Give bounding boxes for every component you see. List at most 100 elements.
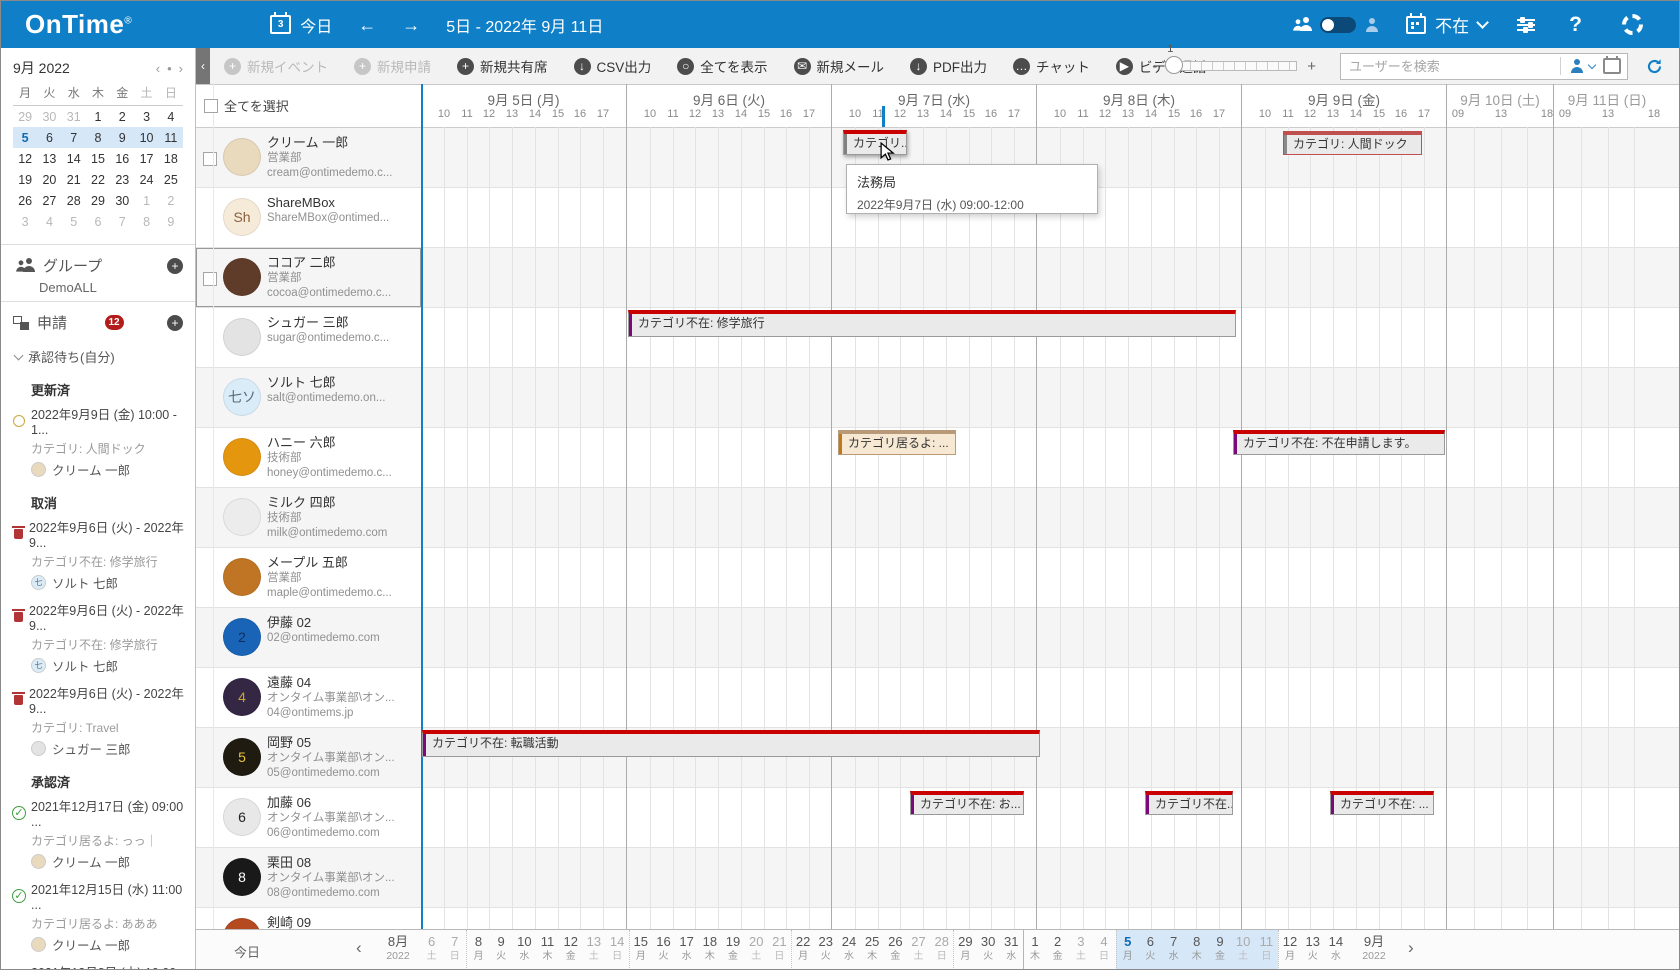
mini-calendar-day[interactable]: 7 [62, 131, 86, 145]
add-group-button[interactable]: + [167, 258, 183, 274]
bottom-date-cell[interactable]: 15 月 [629, 930, 652, 970]
mini-calendar-day[interactable]: 30 [110, 194, 134, 208]
mini-calendar-day[interactable]: 28 [62, 194, 86, 208]
request-item-date[interactable]: 2021年12月17日 (金) 09:00 ... [13, 796, 195, 829]
mini-calendar-prev[interactable]: ‹ [156, 61, 160, 76]
mini-calendar-day[interactable]: 16 [110, 152, 134, 166]
mini-calendar-day[interactable]: 6 [37, 131, 61, 145]
bottom-date-cell[interactable]: 31 水 [1000, 930, 1023, 970]
mini-calendar-day[interactable]: 12 [13, 152, 37, 166]
bottom-date-cell[interactable]: 14 日 [606, 930, 629, 970]
calendar-event[interactable]: カテゴリ不在: ... [1330, 791, 1434, 815]
bottom-date-cell[interactable]: 6 火 [1139, 930, 1162, 970]
new-request[interactable]: + 新規申請 [354, 56, 431, 76]
mini-calendar-day[interactable]: 1 [86, 110, 110, 124]
calendar-event[interactable]: カテゴリ不在: 転職活動 [422, 730, 1040, 757]
bottom-date-cell[interactable]: 9 火 [490, 930, 513, 970]
mini-calendar-day[interactable]: 26 [13, 194, 37, 208]
bottom-date-cell[interactable]: 1 木 [1023, 930, 1046, 970]
mini-calendar-day[interactable]: 9 [159, 215, 183, 229]
mini-calendar-day[interactable]: 5 [62, 215, 86, 229]
help-button[interactable]: ? [1569, 13, 1582, 37]
mini-calendar-day[interactable]: 10 [134, 131, 158, 145]
bottom-date-cell[interactable]: 11 木 [536, 930, 559, 970]
request-item-date[interactable]: 2022年9月9日 (金) 10:00 - 1... [13, 404, 195, 437]
bottom-next-arrow[interactable]: › [1408, 938, 1414, 958]
mini-calendar-day[interactable]: 21 [62, 173, 86, 187]
mini-calendar-day[interactable]: 3 [134, 110, 158, 124]
gear-icon[interactable] [1622, 14, 1643, 35]
bottom-date-cell[interactable]: 21 日 [768, 930, 791, 970]
mini-calendar-day[interactable]: 23 [110, 173, 134, 187]
bottom-date-cell[interactable]: 18 木 [698, 930, 721, 970]
zoom-out-button[interactable]: - [1152, 58, 1157, 75]
group-item-demoall[interactable]: DemoALL [39, 280, 195, 295]
new-mail[interactable]: ✉ 新規メール [794, 56, 885, 76]
bottom-date-cell[interactable]: 24 水 [837, 930, 860, 970]
bottom-date-cell[interactable]: 20 土 [745, 930, 768, 970]
zoom-slider-knob[interactable] [1165, 56, 1183, 74]
mini-calendar-day[interactable]: 8 [134, 215, 158, 229]
mini-calendar-day[interactable]: 13 [37, 152, 61, 166]
mini-calendar-next[interactable]: › [179, 61, 183, 76]
bottom-date-cell[interactable]: 30 火 [977, 930, 1000, 970]
bottom-date-cell[interactable]: 23 火 [814, 930, 837, 970]
mini-calendar-day[interactable]: 27 [37, 194, 61, 208]
calendar-event[interactable]: カテゴリ... [843, 130, 907, 155]
bottom-date-cell[interactable]: 14 水 [1324, 930, 1347, 970]
settings-sliders-icon[interactable] [1517, 16, 1535, 34]
calendar-event[interactable]: カテゴリ不在: 不在申請します。 [1233, 430, 1445, 455]
mini-calendar-day[interactable]: 5 [13, 131, 37, 145]
mini-calendar-day[interactable]: 18 [159, 152, 183, 166]
bottom-today-button[interactable]: 今日 [234, 942, 260, 961]
pdf-export[interactable]: ↓ PDF出力 [910, 56, 987, 76]
bottom-date-cell[interactable]: 11 日 [1255, 930, 1278, 970]
bottom-date-cell[interactable]: 7 日 [443, 930, 466, 970]
bottom-date-cell[interactable]: 8 月 [466, 930, 489, 970]
mini-calendar-day[interactable]: 31 [62, 110, 86, 124]
mini-calendar-day[interactable]: 29 [13, 110, 37, 124]
request-item-date[interactable]: 2021年12月8日 (水) 10:00 - ... [13, 962, 195, 969]
bottom-date-cell[interactable]: 6 土 [420, 930, 443, 970]
zoom-in-button[interactable]: + [1307, 58, 1316, 75]
new-event[interactable]: + 新規イベント [224, 56, 328, 76]
mini-calendar-day[interactable]: 2 [110, 110, 134, 124]
new-shared-seat[interactable]: + 新規共有席 [457, 56, 548, 76]
calendar-event[interactable]: カテゴリ不在: お... [910, 791, 1024, 815]
prev-period-button[interactable]: ← [358, 16, 376, 34]
show-all[interactable]: ○ 全てを表示 [677, 56, 767, 76]
mini-calendar-day[interactable]: 15 [86, 152, 110, 166]
bottom-date-cell[interactable]: 7 水 [1162, 930, 1185, 970]
bottom-date-cell[interactable]: 2 金 [1046, 930, 1069, 970]
mini-calendar-day[interactable]: 7 [110, 215, 134, 229]
mini-calendar-day[interactable]: 29 [86, 194, 110, 208]
pending-approvals-toggle[interactable]: 承認待ち(自分) [15, 347, 195, 366]
bottom-prev-arrow[interactable]: ‹ [356, 938, 362, 958]
mini-calendar-day[interactable]: 1 [134, 194, 158, 208]
bottom-date-cell[interactable]: 5 月 [1116, 930, 1139, 970]
bottom-date-cell[interactable]: 10 土 [1232, 930, 1255, 970]
mini-calendar-day[interactable]: 11 [159, 131, 183, 145]
mini-calendar-dot[interactable]: • [167, 61, 172, 76]
bottom-date-cell[interactable]: 16 火 [652, 930, 675, 970]
bottom-date-cell[interactable]: 12 月 [1278, 930, 1301, 970]
bottom-date-cell[interactable]: 12 金 [559, 930, 582, 970]
mini-calendar-day[interactable]: 20 [37, 173, 61, 187]
bottom-date-cell[interactable]: 4 日 [1092, 930, 1115, 970]
user-search-input[interactable] [1347, 58, 1552, 75]
add-request-button[interactable]: + [167, 315, 183, 331]
today-button[interactable]: 今日 [300, 13, 332, 37]
bottom-date-cell[interactable]: 8 木 [1185, 930, 1208, 970]
request-item-date[interactable]: 2022年9月6日 (火) - 2022年9... [13, 683, 195, 716]
person-view-icon[interactable] [1364, 18, 1380, 32]
zoom-slider[interactable]: 1 [1167, 61, 1297, 71]
mini-calendar-day[interactable]: 19 [13, 173, 37, 187]
mini-calendar-day[interactable]: 8 [86, 131, 110, 145]
calendar-event[interactable]: カテゴリ: 人間ドック [1283, 131, 1422, 155]
bottom-date-cell[interactable]: 10 水 [513, 930, 536, 970]
mini-calendar-day[interactable]: 9 [110, 131, 134, 145]
select-all-checkbox[interactable] [204, 99, 218, 113]
mini-calendar-day[interactable]: 2 [159, 194, 183, 208]
mini-calendar-day[interactable]: 22 [86, 173, 110, 187]
chat[interactable]: … チャット [1013, 56, 1090, 76]
